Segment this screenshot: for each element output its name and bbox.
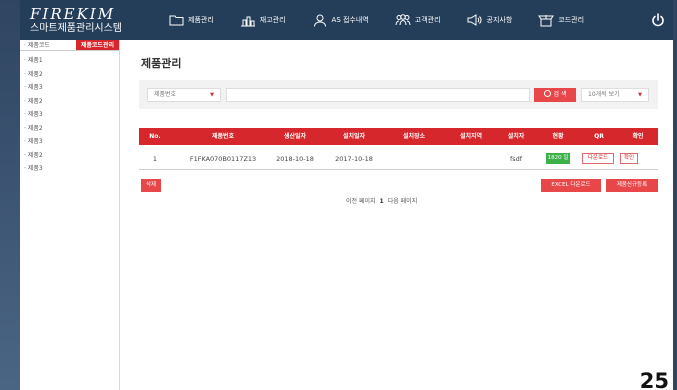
search-input[interactable]: [226, 88, 530, 102]
nav-label: 제품관리: [188, 16, 214, 24]
chevron-down-icon: ▼: [210, 92, 214, 98]
page-size-select[interactable]: 10개씩 보기 ▼: [581, 88, 649, 102]
delete-button[interactable]: 삭제: [141, 179, 161, 192]
tab-product-code-management[interactable]: 제품코드관리: [75, 40, 119, 50]
main-menu: 제품관리 재고관리 AS 접수내역 고객관리 공지사항 코드관리: [168, 0, 610, 40]
table-header: No. 제품번호 생산일자 설치일자 설치장소 설치지역 설치자 현황 QR 확…: [139, 128, 658, 145]
nav-label: 고객관리: [414, 16, 441, 24]
search-field-value: 제품번호: [154, 91, 177, 98]
sidebar-item[interactable]: · 제품3: [20, 81, 119, 95]
sidebar-list: · 제품1 · 제품2 · 제품3 · 제품2 · 제품3 · 제품2 · 제품…: [20, 51, 119, 176]
cell-no: 1: [152, 155, 158, 163]
nav-as-requests[interactable]: AS 접수내역: [312, 13, 369, 27]
sidebar-item[interactable]: · 제품3: [20, 108, 119, 122]
main-content: 제품관리 제품번호 ▼ 검 색 10개씩 보기 ▼ No. 제품번호 생산일자 …: [121, 40, 673, 390]
power-icon[interactable]: [651, 13, 665, 27]
sidebar-item[interactable]: · 제품2: [20, 68, 119, 82]
column-header: 설치일자: [342, 133, 366, 140]
column-header: 생산일자: [283, 133, 307, 140]
inventory-icon: [240, 13, 256, 27]
cell-production-date: 2018-10-18: [276, 155, 314, 163]
megaphone-icon: [467, 13, 483, 27]
prev-page-link[interactable]: 이전 페이지: [346, 198, 376, 205]
top-navigation-bar: FIREKIM 스마트제품관리시스템 제품관리 재고관리 AS 접수내역 고객관…: [20, 0, 673, 40]
register-product-button[interactable]: 제품신규등록: [606, 179, 658, 192]
sidebar: · 제품코드 제품코드관리 · 제품1 · 제품2 · 제품3 · 제품2 · …: [20, 40, 120, 390]
slide-page-number: 25: [639, 369, 669, 390]
cell-installer: fsdf: [509, 155, 523, 163]
sidebar-item[interactable]: · 제품2: [20, 122, 119, 136]
sidebar-item[interactable]: · 제품2: [20, 95, 119, 109]
brand-logo[interactable]: FIREKIM 스마트제품관리시스템: [30, 7, 122, 35]
sidebar-item[interactable]: · 제품1: [20, 54, 119, 68]
nav-code-management[interactable]: 코드관리: [538, 13, 584, 27]
nav-label: 재고관리: [259, 16, 286, 24]
confirm-button[interactable]: 확인: [620, 153, 638, 164]
tab-product-code[interactable]: · 제품코드: [20, 40, 54, 50]
user-icon: [312, 13, 328, 27]
search-button-label: 검 색: [553, 91, 567, 98]
page-size-value: 10개씩 보기: [588, 91, 620, 98]
excel-download-button[interactable]: EXCEL 다운로드: [541, 179, 601, 192]
current-page[interactable]: 1: [380, 198, 384, 205]
status-badge: 1820 일: [546, 153, 570, 164]
nav-customers[interactable]: 고객관리: [395, 13, 441, 27]
app-window: FIREKIM 스마트제품관리시스템 제품관리 재고관리 AS 접수내역 고객관…: [20, 0, 673, 390]
slide-right-border: [673, 0, 677, 390]
brand-subtitle: 스마트제품관리시스템: [30, 23, 122, 34]
folder-icon: [168, 13, 184, 27]
nav-product-management[interactable]: 제품관리: [168, 13, 214, 27]
sidebar-tabs: · 제품코드 제품코드관리: [20, 40, 119, 51]
column-header: 확인: [632, 133, 644, 140]
column-header: 설치지역: [459, 133, 483, 140]
next-page-link[interactable]: 다음 페이지: [388, 198, 418, 205]
column-header: No.: [149, 133, 161, 140]
column-header: 설치자: [507, 133, 525, 140]
code-icon: [538, 13, 555, 27]
brand-title: FIREKIM: [30, 5, 116, 23]
slide-left-border: [0, 0, 20, 390]
qr-download-button[interactable]: 다운로드: [582, 153, 614, 164]
page-title: 제품관리: [141, 57, 182, 70]
nav-inventory[interactable]: 재고관리: [240, 13, 286, 27]
nav-label: 공지사항: [486, 16, 513, 24]
nav-label: 코드관리: [558, 16, 585, 24]
sidebar-item[interactable]: · 제품3: [20, 135, 119, 149]
search-icon: [543, 90, 551, 97]
nav-label: AS 접수내역: [331, 16, 369, 24]
sidebar-item[interactable]: · 제품3: [20, 162, 119, 176]
customers-icon: [395, 13, 411, 27]
search-panel: 제품번호 ▼ 검 색 10개씩 보기 ▼: [139, 80, 658, 109]
search-field-select[interactable]: 제품번호 ▼: [147, 88, 221, 102]
column-header: 제품번호: [211, 133, 235, 140]
column-header: QR: [594, 133, 604, 140]
column-header: 현황: [552, 133, 564, 140]
sidebar-item[interactable]: · 제품2: [20, 149, 119, 163]
column-header: 설치장소: [402, 133, 426, 140]
chevron-down-icon: ▼: [638, 92, 642, 98]
table-row[interactable]: 1 F1FKA070B0117Z13 2018-10-18 2017-10-18…: [139, 148, 658, 170]
pagination: 이전 페이지 1 다음 페이지: [346, 196, 417, 205]
cell-product-no: F1FKA070B0117Z13: [189, 155, 257, 163]
cell-install-date: 2017-10-18: [335, 155, 373, 163]
search-button[interactable]: 검 색: [534, 88, 576, 102]
nav-notices[interactable]: 공지사항: [467, 13, 513, 27]
